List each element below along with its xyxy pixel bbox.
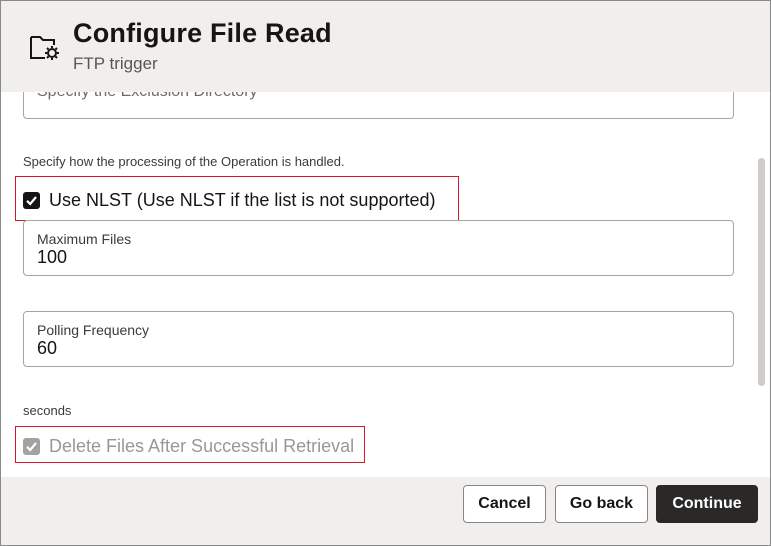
polling-frequency-field[interactable]: Polling Frequency 60 (23, 311, 734, 367)
polling-frequency-value: 60 (37, 338, 58, 358)
delete-files-option: Delete Files After Successful Retrieval (23, 436, 354, 457)
dialog-footer: Cancel Go back Continue (1, 477, 770, 545)
dialog-subtitle: FTP trigger (73, 54, 158, 73)
maximum-files-label: Maximum Files (37, 231, 132, 247)
use-nlst-label: Use NLST (Use NLST if the list is not su… (49, 190, 436, 210)
exclusion-directory-value: Specify the Exclusion Directory (37, 92, 258, 101)
checkmark-icon (26, 442, 37, 452)
maximum-files-value: 100 (37, 247, 68, 267)
delete-files-checkbox (23, 438, 40, 455)
dialog-header: Configure File Read FTP trigger (1, 1, 770, 92)
checkmark-icon (26, 196, 37, 206)
exclusion-directory-field[interactable]: Specify the Exclusion Directory (23, 92, 734, 119)
use-nlst-checkbox[interactable] (23, 192, 40, 209)
processing-help-text: Specify how the processing of the Operat… (23, 154, 345, 169)
delete-files-label: Delete Files After Successful Retrieval (49, 436, 355, 456)
continue-button[interactable]: Continue (656, 485, 758, 523)
dialog-body: Specify the Exclusion Directory Specify … (1, 92, 770, 477)
configure-file-read-dialog: Configure File Read FTP trigger Specify … (0, 0, 771, 546)
polling-unit-text: seconds (23, 403, 72, 418)
use-nlst-option[interactable]: Use NLST (Use NLST if the list is not su… (23, 190, 436, 211)
body-scrollbar[interactable] (758, 158, 765, 386)
cancel-button[interactable]: Cancel (463, 485, 546, 523)
maximum-files-field[interactable]: Maximum Files 100 (23, 220, 734, 276)
dialog-title: Configure File Read (73, 18, 332, 48)
folder-settings-icon (28, 31, 60, 63)
polling-frequency-label: Polling Frequency (37, 322, 150, 338)
go-back-button[interactable]: Go back (555, 485, 648, 523)
